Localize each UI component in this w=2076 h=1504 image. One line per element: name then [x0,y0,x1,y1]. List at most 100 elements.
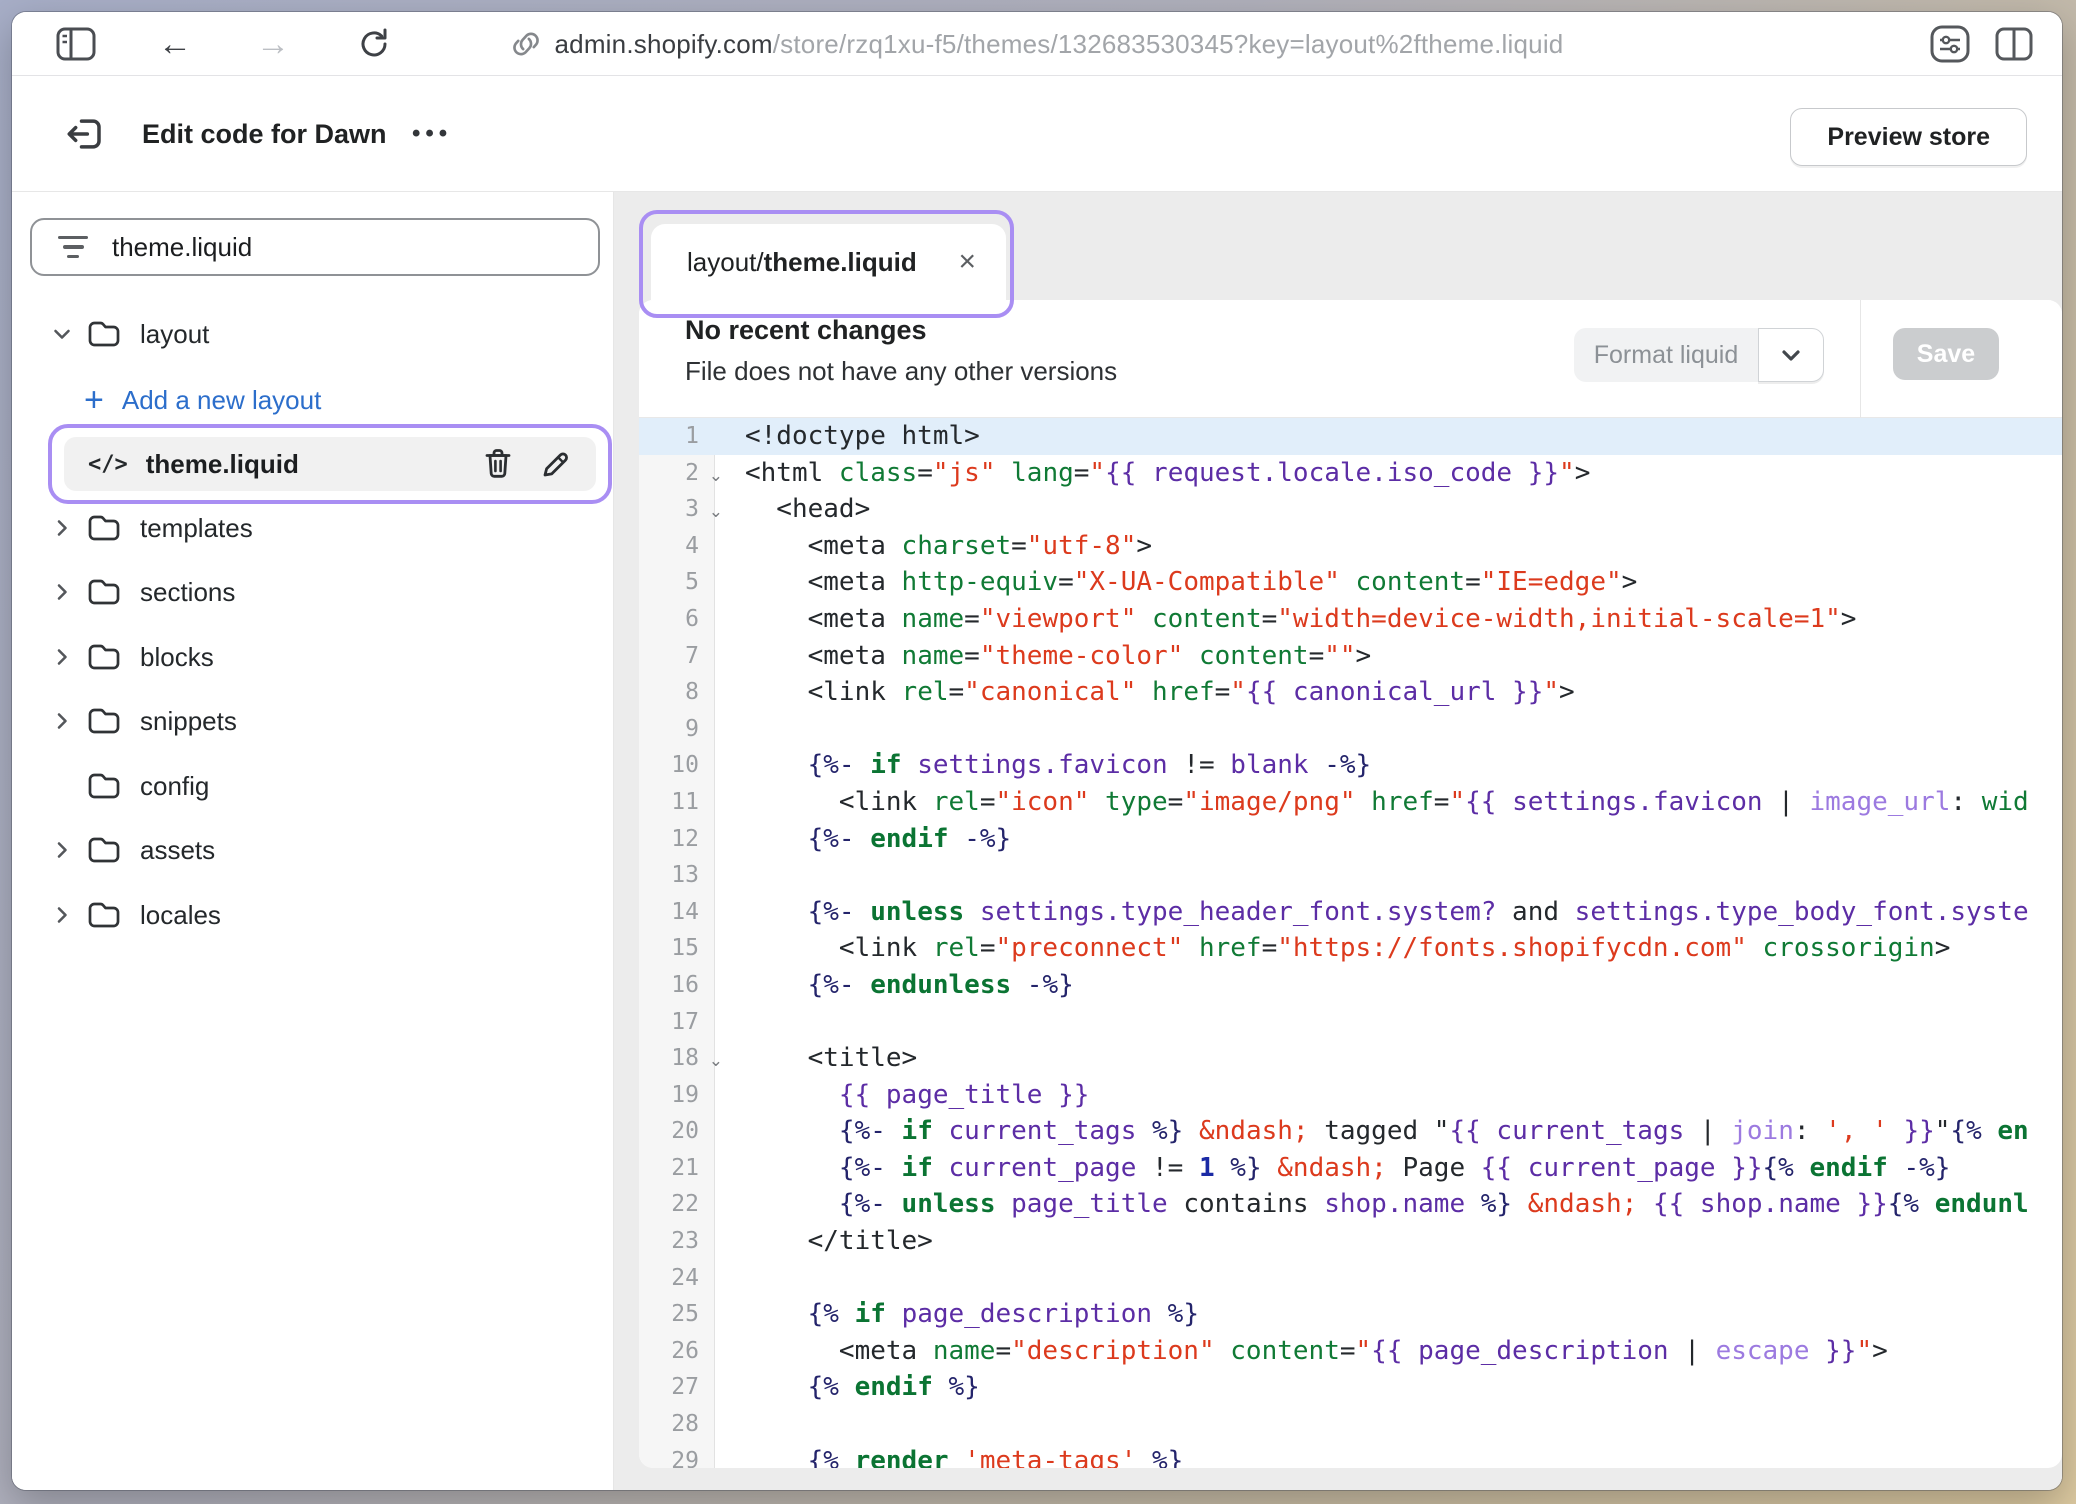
sidebar-folder-snippets[interactable]: snippets [12,689,614,753]
tab-layout-theme-liquid[interactable]: layout/theme.liquid × [651,224,1006,300]
address-bar[interactable]: admin.shopify.com/store/rzq1xu-f5/themes… [12,12,2062,76]
version-status-title: No recent changes [685,315,927,346]
folder-icon [86,641,122,673]
link-icon [511,29,541,59]
preview-store-button[interactable]: Preview store [1790,108,2027,166]
close-tab-icon[interactable]: × [958,247,976,277]
sidebar-folder-layout[interactable]: layout [12,302,614,366]
fold-arrow-icon[interactable]: ⌄ [709,1043,723,1080]
code-lines: 1<!doctype html>2⌄<html class="js" lang=… [639,418,2062,1468]
format-liquid-button[interactable]: Format liquid [1574,328,1758,382]
code-line[interactable]: 25 {% if page_description %} [639,1296,2062,1333]
code-line[interactable]: 29 {% render 'meta-tags' %} [639,1443,2062,1468]
line-number: 4 [639,528,715,565]
plus-icon: + [84,383,104,417]
code-line[interactable]: 5 <meta http-equiv="X-UA-Compatible" con… [639,564,2062,601]
chevron-right-icon [50,710,74,732]
line-number: 11 [639,784,715,821]
line-number: 10 [639,747,715,784]
sidebar-folder-sections[interactable]: sections [12,560,614,624]
sidebar-folder-assets[interactable]: assets [12,818,614,882]
folder-icon [86,899,122,931]
folder-icon [86,834,122,866]
code-line[interactable]: 3⌄ <head> [639,491,2062,528]
code-line-text: <meta name="viewport" content="width=dev… [715,601,1856,638]
sidebar-toggle-icon [56,27,96,61]
toolbar-divider [1860,300,1861,418]
code-line[interactable]: 9 [639,711,2062,748]
sidebar-folder-config[interactable]: config [12,754,614,818]
line-number: 17 [639,1004,715,1041]
chevron-right-icon [50,581,74,603]
sidebar-folder-blocks[interactable]: blocks [12,625,614,689]
code-line[interactable]: 8 <link rel="canonical" href="{{ canonic… [639,674,2062,711]
code-line[interactable]: 4 <meta charset="utf-8"> [639,528,2062,565]
delete-file-button[interactable] [482,447,514,481]
folder-icon [86,576,122,608]
file-search-input[interactable]: theme.liquid [30,218,600,276]
code-line[interactable]: 12 {%- endif -%} [639,821,2062,858]
code-line[interactable]: 21 {%- if current_page != 1 %} &ndash; P… [639,1150,2062,1187]
rename-file-button[interactable] [540,448,572,480]
code-line[interactable]: 2⌄<html class="js" lang="{{ request.loca… [639,455,2062,492]
split-view-button[interactable] [1994,12,2034,76]
code-line[interactable]: 23 </title> [639,1223,2062,1260]
code-line[interactable]: 27 {% endif %} [639,1369,2062,1406]
code-line-text: {%- endunless -%} [715,967,1074,1004]
code-line[interactable]: 6 <meta name="viewport" content="width=d… [639,601,2062,638]
code-line[interactable]: 15 <link rel="preconnect" href="https://… [639,930,2062,967]
code-line[interactable]: 7 <meta name="theme-color" content=""> [639,638,2062,675]
code-line[interactable]: 28 [639,1406,2062,1443]
code-line-text: {%- unless settings.type_header_font.sys… [715,894,2029,931]
line-number: 15 [639,930,715,967]
url-path: /store/rzq1xu-f5/themes/132683530345?key… [773,29,1564,59]
line-number: 13 [639,857,715,894]
add-new-layout-button[interactable]: + Add a new layout [84,368,321,432]
line-number: 3⌄ [639,491,715,528]
code-editor[interactable]: 1<!doctype html>2⌄<html class="js" lang=… [639,418,2062,1468]
code-line-text [715,857,745,894]
forward-button[interactable]: → [256,12,290,76]
code-line[interactable]: 19 {{ page_title }} [639,1077,2062,1114]
code-line[interactable]: 13 [639,857,2062,894]
code-line[interactable]: 11 <link rel="icon" type="image/png" hre… [639,784,2062,821]
code-line-text: <link rel="canonical" href="{{ canonical… [715,674,1575,711]
format-options-button[interactable] [1758,328,1824,382]
code-line-text: {% render 'meta-tags' %} [715,1443,1183,1468]
exit-editor-button[interactable] [64,76,106,192]
line-number: 29 [639,1443,715,1468]
sidebar-toggle-button[interactable] [56,12,96,76]
code-line[interactable]: 17 [639,1004,2062,1041]
reload-button[interactable] [356,12,392,76]
code-line[interactable]: 20 {%- if current_tags %} &ndash; tagged… [639,1113,2062,1150]
selected-file-label: theme.liquid [146,449,299,480]
tab-file-name: theme.liquid [764,247,917,278]
code-line-text [715,1004,745,1041]
sidebar-folder-locales[interactable]: locales [12,883,614,947]
exit-icon [64,113,106,155]
code-line[interactable]: 1<!doctype html> [639,418,2062,455]
code-line[interactable]: 16 {%- endunless -%} [639,967,2062,1004]
code-line[interactable]: 18⌄ <title> [639,1040,2062,1077]
code-line[interactable]: 26 <meta name="description" content="{{ … [639,1333,2062,1370]
line-number: 28 [639,1406,715,1443]
code-line[interactable]: 14 {%- unless settings.type_header_font.… [639,894,2062,931]
sidebar-folder-templates[interactable]: templates [12,496,614,560]
fold-arrow-icon[interactable]: ⌄ [709,458,723,495]
code-line-text: {% if page_description %} [715,1296,1199,1333]
format-liquid-split-button: Format liquid [1574,328,1824,382]
back-button[interactable]: ← [158,12,192,76]
line-number: 27 [639,1369,715,1406]
code-line-text: <meta http-equiv="X-UA-Compatible" conte… [715,564,1637,601]
code-line[interactable]: 10 {%- if settings.favicon != blank -%} [639,747,2062,784]
save-button[interactable]: Save [1893,328,1999,380]
more-actions-button[interactable]: ••• [412,76,452,192]
sidebar-file-theme-liquid[interactable]: </> theme.liquid [64,437,596,491]
code-file-icon: </> [88,452,128,477]
fold-arrow-icon[interactable]: ⌄ [709,494,723,531]
code-line[interactable]: 22 {%- unless page_title contains shop.n… [639,1186,2062,1223]
folder-label: templates [140,513,253,544]
code-line[interactable]: 24 [639,1260,2062,1297]
page-settings-button[interactable] [1928,12,1972,76]
folder-icon [86,705,122,737]
